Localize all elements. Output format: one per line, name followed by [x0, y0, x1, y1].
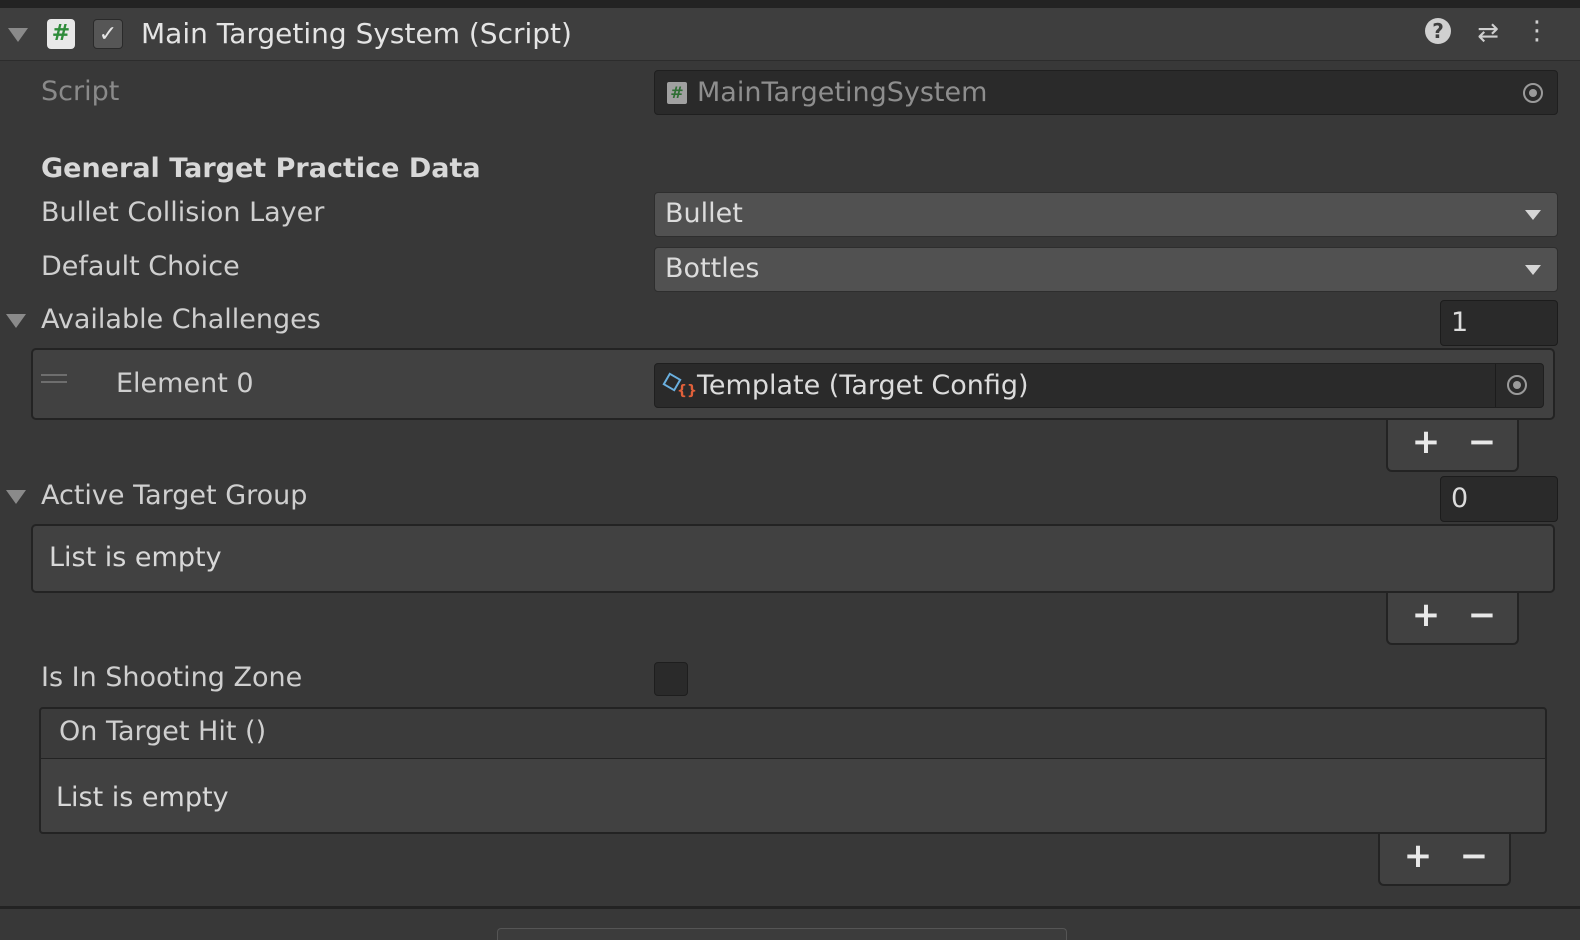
help-icon[interactable]: ?: [1423, 18, 1453, 44]
braces-shape: {}: [677, 383, 697, 399]
available-challenges-list: Element 0 {} Template (Target Config): [31, 348, 1555, 420]
active-target-group-add-remove: + −: [1386, 593, 1519, 645]
add-button[interactable]: +: [1406, 595, 1446, 635]
script-icon: #: [47, 19, 75, 49]
add-button[interactable]: +: [1406, 422, 1446, 462]
active-target-group-size-field[interactable]: 0: [1440, 476, 1558, 522]
bullet-collision-layer-value: Bullet: [665, 198, 743, 229]
remove-button[interactable]: −: [1462, 595, 1502, 635]
add-button[interactable]: +: [1398, 836, 1438, 876]
bullet-collision-layer-label: Bullet Collision Layer: [41, 197, 325, 228]
context-menu-icon[interactable]: ⋮: [1522, 16, 1552, 46]
component-enabled-checkbox[interactable]: ✓: [93, 19, 123, 49]
bottom-border: [0, 906, 1580, 909]
is-in-shooting-zone-label: Is In Shooting Zone: [41, 662, 303, 693]
divider: [1495, 364, 1496, 407]
on-target-hit-list: List is empty: [39, 759, 1547, 834]
object-picker-icon[interactable]: [1523, 83, 1543, 103]
script-label: Script: [41, 76, 120, 107]
element-value: Template (Target Config): [697, 370, 1029, 401]
element-object-field[interactable]: {} Template (Target Config): [654, 363, 1544, 408]
default-choice-value: Bottles: [665, 253, 760, 284]
available-challenges-add-remove: + −: [1386, 420, 1519, 472]
remove-button[interactable]: −: [1462, 422, 1502, 462]
list-empty-text: List is empty: [56, 782, 229, 813]
bullet-collision-layer-dropdown[interactable]: Bullet: [654, 192, 1558, 237]
help-glyph: ?: [1425, 18, 1451, 44]
active-target-group-list: List is empty: [31, 524, 1555, 593]
element-label: Element 0: [116, 368, 254, 399]
available-challenges-size-field[interactable]: 1: [1440, 300, 1558, 346]
scriptable-object-icon: {}: [662, 372, 697, 399]
available-challenges-label: Available Challenges: [41, 304, 321, 335]
component-title: Main Targeting System (Script): [141, 17, 572, 50]
on-target-hit-header: On Target Hit (): [39, 707, 1547, 759]
list-empty-text: List is empty: [49, 542, 222, 573]
default-choice-dropdown[interactable]: Bottles: [654, 247, 1558, 292]
drag-handle-icon[interactable]: [41, 374, 67, 383]
script-file-icon: #: [667, 82, 687, 104]
active-target-group-label: Active Target Group: [41, 480, 308, 511]
presets-icon[interactable]: ⇄: [1473, 18, 1503, 48]
chevron-down-icon: [1525, 265, 1541, 275]
object-picker-icon[interactable]: [1507, 375, 1527, 395]
default-choice-label: Default Choice: [41, 251, 240, 282]
chevron-down-icon: [1525, 210, 1541, 220]
on-target-hit-add-remove: + −: [1378, 834, 1511, 886]
on-target-hit-label: On Target Hit (): [59, 716, 267, 747]
foldout-arrow-icon[interactable]: [8, 28, 28, 42]
available-challenges-foldout-icon[interactable]: [6, 314, 26, 328]
remove-button[interactable]: −: [1454, 836, 1494, 876]
active-target-group-foldout-icon[interactable]: [6, 490, 26, 504]
script-value: MainTargetingSystem: [697, 77, 988, 108]
section-title: General Target Practice Data: [41, 153, 481, 184]
add-component-button-edge[interactable]: [497, 928, 1067, 940]
top-border: [0, 0, 1580, 8]
component-header[interactable]: # ✓ Main Targeting System (Script) ? ⇄ ⋮: [0, 8, 1580, 61]
is-in-shooting-zone-checkbox[interactable]: [654, 662, 688, 696]
script-object-field[interactable]: # MainTargetingSystem: [654, 70, 1558, 115]
